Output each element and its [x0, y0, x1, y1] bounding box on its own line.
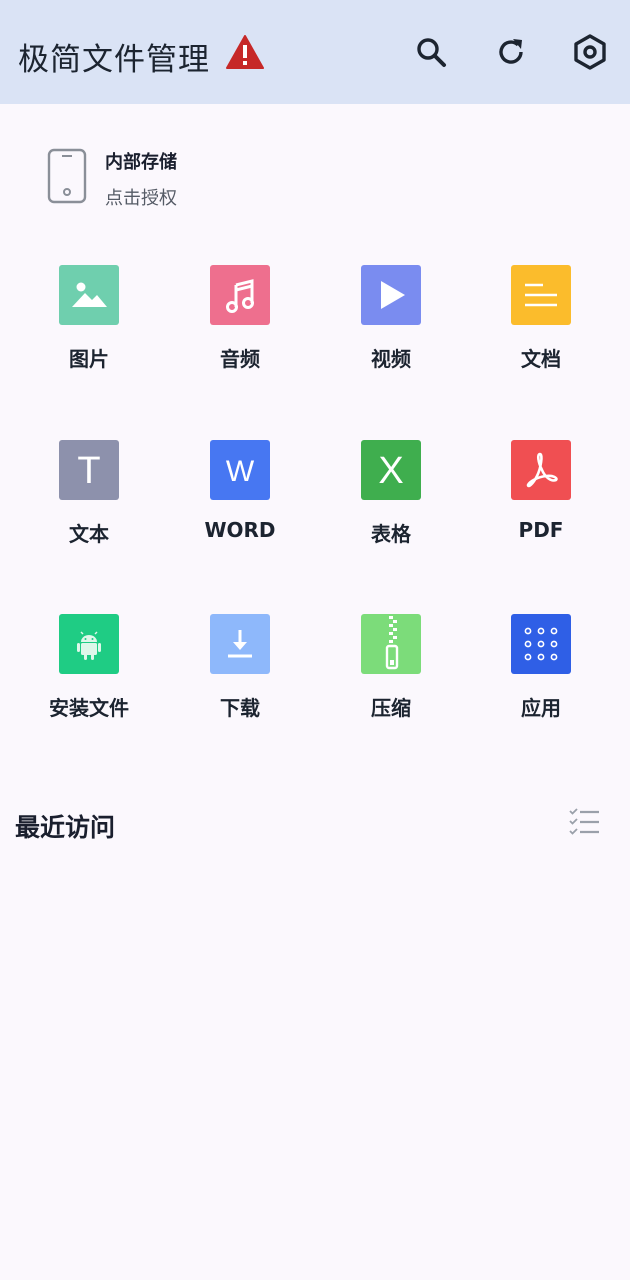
settings-button[interactable] — [570, 32, 610, 72]
category-word[interactable]: W WORD — [165, 440, 315, 570]
category-apps[interactable]: 应用 — [466, 614, 616, 744]
category-apk[interactable]: 安装文件 — [14, 614, 164, 744]
apps-grid-icon — [511, 614, 571, 674]
category-video[interactable]: 视频 — [316, 265, 466, 395]
category-text[interactable]: T 文本 — [14, 440, 164, 570]
category-spreadsheet[interactable]: X 表格 — [316, 440, 466, 570]
zip-icon — [361, 614, 421, 674]
category-audio[interactable]: 音频 — [165, 265, 315, 395]
settings-icon — [574, 34, 606, 70]
warning-icon[interactable] — [226, 34, 264, 70]
category-downloads[interactable]: 下载 — [165, 614, 315, 744]
pdf-icon — [511, 440, 571, 500]
category-label: 音频 — [220, 347, 260, 371]
checklist-icon — [569, 808, 599, 835]
recent-list-button[interactable] — [566, 804, 602, 840]
image-icon — [59, 265, 119, 325]
category-label: 压缩 — [371, 696, 411, 720]
category-documents[interactable]: 文档 — [466, 265, 616, 395]
phone-icon — [46, 148, 88, 204]
word-w-icon: W — [210, 440, 270, 500]
text-t-icon: T — [59, 440, 119, 500]
category-label: 安装文件 — [49, 696, 129, 720]
excel-x-icon: X — [361, 440, 421, 500]
search-button[interactable] — [411, 32, 451, 72]
internal-storage-entry[interactable]: 内部存储 点击授权 — [40, 140, 340, 212]
category-label: 应用 — [521, 696, 561, 720]
svg-text:X: X — [378, 450, 403, 492]
category-label: 文本 — [69, 522, 109, 546]
refresh-button[interactable] — [491, 32, 531, 72]
app-bar: 极简文件管理 — [0, 0, 630, 104]
category-label: 下载 — [220, 696, 260, 720]
category-label: 视频 — [371, 347, 411, 371]
svg-text:T: T — [77, 450, 100, 492]
recent-title: 最近访问 — [15, 813, 116, 842]
search-icon — [417, 38, 446, 67]
music-icon — [210, 265, 270, 325]
app-title: 极简文件管理 — [18, 42, 210, 78]
category-pdf[interactable]: PDF — [466, 440, 616, 570]
android-icon — [59, 614, 119, 674]
category-label: WORD — [204, 518, 276, 542]
category-label: 文档 — [521, 347, 561, 371]
category-label: 表格 — [371, 522, 411, 546]
refresh-icon — [499, 39, 523, 64]
download-icon — [210, 614, 270, 674]
category-images[interactable]: 图片 — [14, 265, 164, 395]
category-label: 图片 — [69, 347, 109, 371]
document-icon — [511, 265, 571, 325]
svg-text:W: W — [226, 455, 255, 488]
storage-subtitle: 点击授权 — [105, 188, 177, 209]
category-archives[interactable]: 压缩 — [316, 614, 466, 744]
category-label: PDF — [518, 518, 564, 542]
storage-title: 内部存储 — [105, 152, 177, 173]
play-icon — [361, 265, 421, 325]
